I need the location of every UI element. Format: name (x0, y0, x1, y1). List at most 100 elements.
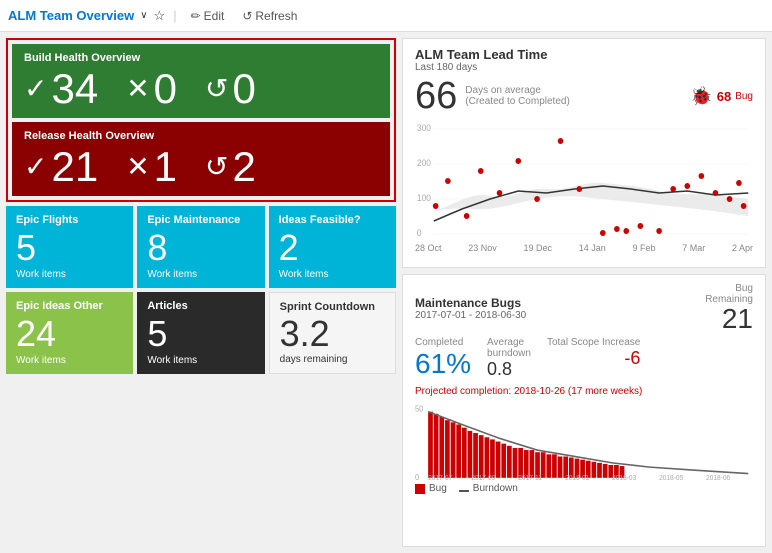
svg-text:2018-03: 2018-03 (612, 475, 636, 481)
avg-burndown-stat: Average burndown 0.8 (487, 337, 531, 380)
tile-title-1: Epic Maintenance (147, 214, 254, 226)
edit-icon: ✏ (191, 9, 201, 23)
release-refresh-count: 2 (232, 146, 255, 188)
build-refresh-count: 0 (232, 68, 255, 110)
legend-burndown-label: Burndown (473, 483, 518, 494)
refresh-button[interactable]: ↺ Refresh (236, 7, 303, 25)
release-x-stat: ✕ 1 (126, 146, 177, 188)
maint-title-area: Maintenance Bugs 2017-07-01 - 2018-06-30 (415, 296, 526, 321)
bug-count: 68 (717, 89, 731, 104)
bug-remaining-num: 21 (722, 305, 753, 333)
lead-time-header: ALM Team Lead Time Last 180 days (415, 47, 753, 73)
edit-button[interactable]: ✏ Edit (185, 7, 231, 25)
top-bar: ALM Team Overview ∨ ☆ | ✏ Edit ↺ Refresh (0, 0, 772, 32)
release-refresh-stat: ↺ 2 (205, 146, 256, 188)
refresh-stat-icon: ↺ (205, 75, 228, 103)
release-health-stats: ✓ 21 ✕ 1 ↺ 2 (24, 146, 378, 188)
svg-text:100: 100 (417, 193, 431, 203)
tile-number-3: 24 (16, 314, 123, 354)
release-check-stat: ✓ 21 (24, 146, 98, 188)
tile-title-2: Ideas Feasible? (279, 214, 386, 226)
svg-text:2018-01: 2018-01 (565, 475, 589, 481)
lead-time-stats: 66 Days on average (Created to Completed… (415, 77, 753, 115)
lead-days: 66 (415, 77, 457, 115)
tile-number-5: 3.2 (280, 314, 385, 354)
maint-stats: Completed 61% Average burndown 0.8 Total… (415, 337, 640, 380)
svg-text:2017-07: 2017-07 (428, 475, 452, 481)
lead-time-title: ALM Team Lead Time (415, 47, 547, 62)
right-panel: ALM Team Lead Time Last 180 days 66 Days… (402, 38, 766, 547)
separator: | (173, 8, 176, 23)
maintenance-card: Maintenance Bugs 2017-07-01 - 2018-06-30… (402, 274, 766, 547)
tile-subtitle-0: Work items (16, 269, 123, 280)
svg-text:300: 300 (417, 123, 431, 133)
lead-time-chart: 300 200 100 0 (415, 121, 753, 241)
build-health-stats: ✓ 34 ✕ 0 ↺ 0 (24, 68, 378, 110)
tile-number-1: 8 (147, 228, 254, 268)
tile-4: Articles 5 Work items (137, 292, 264, 374)
x-label-2: 23 Nov (468, 243, 497, 253)
legend-burndown: Burndown (459, 483, 518, 494)
chevron-icon[interactable]: ∨ (140, 10, 147, 21)
health-section: Build Health Overview ✓ 34 ✕ 0 ↺ 0 (6, 38, 396, 202)
legend-bug: Bug (415, 483, 447, 494)
scope-increase-stat: Total Scope Increase -6 (547, 337, 640, 369)
maint-header: Maintenance Bugs 2017-07-01 - 2018-06-30… (415, 283, 753, 333)
bug-badge: 🐞 68 Bug (690, 86, 753, 107)
tile-subtitle-3: Work items (16, 355, 123, 366)
x-label-1: 28 Oct (415, 243, 442, 253)
tile-title-0: Epic Flights (16, 214, 123, 226)
lead-time-subtitle: Last 180 days (415, 62, 547, 73)
release-check-count: 21 (51, 146, 98, 188)
projected-completion: Projected completion: 2018-10-26 (17 mor… (415, 386, 753, 397)
maint-meta: Completed 61% Average burndown 0.8 Total… (415, 337, 753, 384)
tile-3: Epic Ideas Other 24 Work items (6, 292, 133, 374)
tile-0: Epic Flights 5 Work items (6, 206, 133, 288)
app-logo: ALM Team Overview (8, 8, 134, 23)
bug-icon: 🐞 (690, 86, 712, 107)
legend-bug-label: Bug (429, 483, 447, 494)
bug-label: Bug (735, 91, 753, 102)
release-x-count: 1 (154, 146, 177, 188)
tile-title-3: Epic Ideas Other (16, 300, 123, 312)
build-health-card: Build Health Overview ✓ 34 ✕ 0 ↺ 0 (12, 44, 390, 118)
completed-val: 61% (415, 348, 471, 380)
maintenance-chart: 50 0 (415, 401, 753, 481)
release-health-title: Release Health Overview (24, 130, 378, 142)
completed-label: Completed (415, 337, 471, 348)
avg-burndown-label2: burndown (487, 348, 531, 359)
lead-time-card: ALM Team Lead Time Last 180 days 66 Days… (402, 38, 766, 268)
bug-remaining: Bug Remaining 21 (705, 283, 753, 333)
x-label-5: 9 Feb (632, 243, 655, 253)
svg-text:200: 200 (417, 158, 431, 168)
refresh-icon: ↺ (242, 9, 252, 23)
tile-1: Epic Maintenance 8 Work items (137, 206, 264, 288)
main-content: Build Health Overview ✓ 34 ✕ 0 ↺ 0 (0, 32, 772, 553)
tile-5: Sprint Countdown 3.2 days remaining (269, 292, 396, 374)
star-icon[interactable]: ☆ (154, 8, 166, 24)
legend-bug-box (415, 484, 425, 494)
maint-legend: Bug Burndown (415, 483, 753, 494)
x-label-3: 19 Dec (523, 243, 552, 253)
svg-text:0: 0 (415, 473, 420, 481)
tile-subtitle-5: days remaining (280, 354, 385, 365)
x-axis-labels: 28 Oct 23 Nov 19 Dec 14 Jan 9 Feb 7 Mar … (415, 243, 753, 253)
tile-title-4: Articles (147, 300, 254, 312)
release-refresh-icon: ↺ (205, 153, 228, 181)
maint-title: Maintenance Bugs (415, 296, 526, 310)
tile-subtitle-4: Work items (147, 355, 254, 366)
build-check-count: 34 (51, 68, 98, 110)
tile-2: Ideas Feasible? 2 Work items (269, 206, 396, 288)
completed-stat: Completed 61% (415, 337, 471, 380)
scope-label: Total Scope Increase (547, 337, 640, 348)
svg-text:0: 0 (417, 228, 422, 238)
build-refresh-stat: ↺ 0 (205, 68, 256, 110)
svg-text:2017-11: 2017-11 (518, 475, 542, 481)
scope-val: -6 (624, 348, 640, 369)
maint-date: 2017-07-01 - 2018-06-30 (415, 310, 526, 321)
lead-time-title-area: ALM Team Lead Time Last 180 days (415, 47, 547, 73)
release-health-card: Release Health Overview ✓ 21 ✕ 1 ↺ 2 (12, 122, 390, 196)
svg-text:2018-05: 2018-05 (659, 475, 683, 481)
release-check-icon: ✓ (24, 153, 47, 181)
lead-desc: Days on average (Created to Completed) (465, 85, 570, 107)
